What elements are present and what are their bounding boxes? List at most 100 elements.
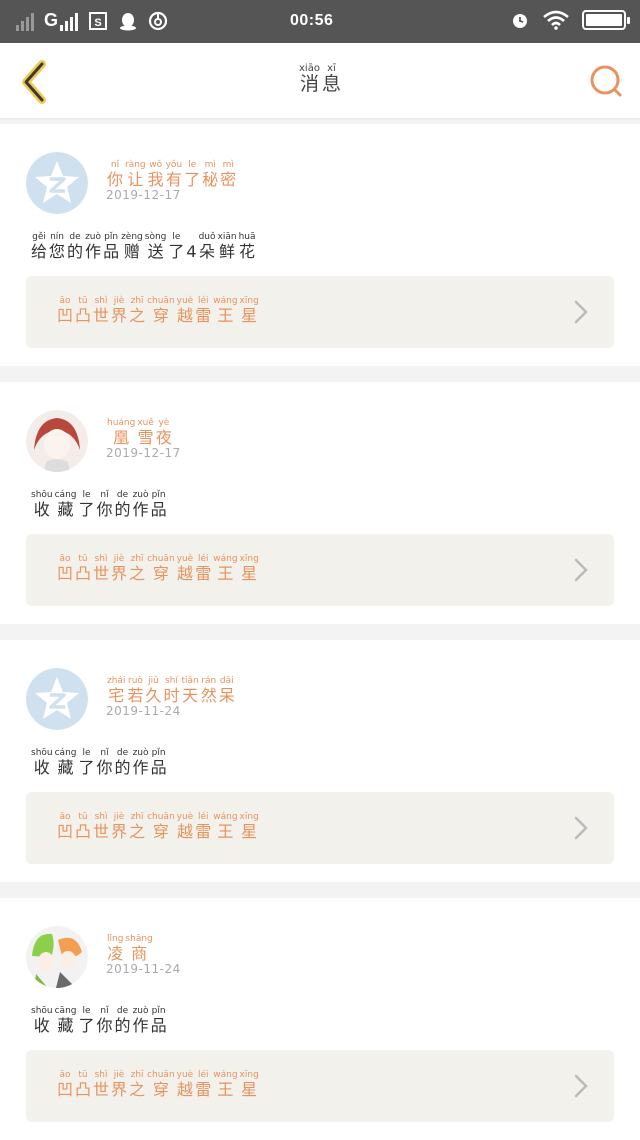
- hanzi: 的: [114, 758, 131, 777]
- ruby-char: pǐn 品: [151, 1006, 167, 1035]
- ruby-char: yuè 越: [177, 554, 194, 583]
- anime-duo-avatar-icon: [26, 926, 88, 988]
- ruby-char: āo 凹: [57, 812, 73, 841]
- hanzi: 雪: [137, 428, 154, 447]
- work-link[interactable]: āo 凹 tū 凸 shì 世 jiè 界 zhī 之 chuān 穿 yuè 越 léi 雷 wáng 王 xīn…: [26, 534, 614, 606]
- ruby-char: de 的: [67, 232, 83, 261]
- hanzi: 我: [147, 170, 164, 189]
- ruby-char: chuān 穿: [147, 296, 175, 325]
- sender-name[interactable]: lǐng 凌 shāng 商: [106, 934, 154, 963]
- ruby-char: zèng 赠: [121, 232, 143, 261]
- ruby-char: tū 凸: [75, 296, 91, 325]
- ruby-char: de 的: [115, 1006, 131, 1035]
- avatar[interactable]: [26, 152, 88, 214]
- ruby-char: lǐng 凌: [107, 934, 123, 963]
- ruby-char: yuè 越: [177, 296, 194, 325]
- ruby-char: zuò 作: [133, 1006, 149, 1035]
- hanzi: 之: [129, 306, 146, 325]
- battery-icon: [582, 10, 630, 30]
- message-action: gěi 给 nín 您 de 的 zuò 作 pǐn 品 zèng 赠 sòng 送 le 了 4 duǒ 朵 xi…: [30, 232, 257, 261]
- signal-icon-dim: [16, 11, 34, 31]
- hanzi: 呆: [218, 686, 235, 705]
- ruby-char: cāng 藏: [55, 1006, 77, 1035]
- work-link[interactable]: āo 凹 tū 凸 shì 世 jiè 界 zhī 之 chuān 穿 yuè 越 léi 雷 wáng 王 xīn…: [26, 276, 614, 348]
- hanzi: 界: [111, 1080, 128, 1099]
- hanzi: 凹: [57, 306, 74, 325]
- hanzi: 夜: [155, 428, 172, 447]
- ruby-char: tū 凸: [75, 812, 91, 841]
- message-list: nǐ 你 ràng 让 wǒ 我 yǒu 有 le 了 mì 秘 mì 密 2019-12-17 gěi 给…: [0, 124, 640, 1140]
- sender-name[interactable]: nǐ 你 ràng 让 wǒ 我 yǒu 有 le 了 mì 秘 mì 密: [106, 160, 237, 189]
- hanzi: 王: [217, 1080, 234, 1099]
- avatar[interactable]: [26, 926, 88, 988]
- hanzi: 越: [176, 564, 193, 583]
- hanzi: 作: [85, 242, 102, 261]
- ruby-char: zhī 之: [129, 812, 145, 841]
- hanzi: 凹: [57, 822, 74, 841]
- hanzi: 品: [103, 242, 120, 261]
- svg-text:S: S: [94, 17, 101, 29]
- ruby-char: shōu 收: [31, 748, 53, 777]
- hanzi: 穿: [152, 1080, 169, 1099]
- page-title: xiāo 消 xī 息: [0, 63, 640, 95]
- avatar[interactable]: [26, 410, 88, 472]
- status-right: [510, 10, 630, 30]
- hanzi: 的: [114, 500, 131, 519]
- hanzi: 界: [111, 306, 128, 325]
- ruby-char: yuè 越: [177, 1070, 194, 1099]
- hanzi: 时: [163, 686, 180, 705]
- work-title: āo 凹 tū 凸 shì 世 jiè 界 zhī 之 chuān 穿 yuè 越 léi 雷 wáng 王 xīn…: [56, 812, 260, 841]
- work-link[interactable]: āo 凹 tū 凸 shì 世 jiè 界 zhī 之 chuān 穿 yuè 越 léi 雷 wáng 王 xīn…: [26, 792, 614, 864]
- ruby-char: le 了: [168, 232, 184, 261]
- message-date: 2019-12-17: [106, 188, 181, 202]
- message-action: shōu 收 cáng 藏 le 了 nǐ 你 de 的 zuò 作 pǐn 品: [30, 748, 168, 777]
- message-card: lǐng 凌 shāng 商 2019-11-24 shōu 收 cāng 藏 le 了 nǐ 你 d…: [0, 898, 640, 1140]
- hanzi: 世: [93, 564, 110, 583]
- hanzi: 您: [49, 242, 66, 261]
- ruby-char: gěi 给: [31, 232, 47, 261]
- ruby-char: shì 世: [93, 812, 109, 841]
- hanzi: 了: [184, 170, 201, 189]
- hanzi: 雷: [195, 822, 212, 841]
- ruby-char: jiè 界: [111, 296, 127, 325]
- ruby-char: nǐ 你: [97, 1006, 113, 1035]
- ruby-char: tū 凸: [75, 1070, 91, 1099]
- hanzi: 若: [127, 686, 144, 705]
- hanzi: 藏: [57, 500, 74, 519]
- ruby-char: wáng 王: [213, 554, 237, 583]
- ruby-char: zuò 作: [85, 232, 101, 261]
- ruby-char: cáng 藏: [55, 748, 77, 777]
- message-card: huáng 凰 xuě 雪 yè 夜 2019-12-17 shōu 收 cáng 藏 le 了 nǐ…: [0, 382, 640, 624]
- work-title: āo 凹 tū 凸 shì 世 jiè 界 zhī 之 chuān 穿 yuè 越 léi 雷 wáng 王 xīn…: [56, 1070, 260, 1099]
- ruby-char: jiè 界: [111, 554, 127, 583]
- avatar[interactable]: [26, 668, 88, 730]
- hanzi: 王: [217, 306, 234, 325]
- hanzi: 凸: [75, 564, 92, 583]
- hanzi: 赠: [123, 242, 140, 261]
- work-link[interactable]: āo 凹 tū 凸 shì 世 jiè 界 zhī 之 chuān 穿 yuè 越 léi 雷 wáng 王 xīn…: [26, 1050, 614, 1122]
- hanzi: 秘: [202, 170, 219, 189]
- ruby-char: wáng 王: [213, 1070, 237, 1099]
- ruby-char: zuò 作: [133, 748, 149, 777]
- hanzi: 收: [33, 500, 50, 519]
- status-time: 00:56: [290, 12, 334, 29]
- hanzi: 了: [78, 1016, 95, 1035]
- search-icon[interactable]: [588, 63, 624, 99]
- hanzi: 世: [93, 1080, 110, 1099]
- ruby-char: le 了: [79, 1006, 95, 1035]
- hanzi: 商: [131, 944, 148, 963]
- ruby-char: zhái 宅: [107, 676, 125, 705]
- status-left: G S: [16, 10, 168, 31]
- ruby-char: jiè 界: [111, 1070, 127, 1099]
- qzone-default-avatar-icon: [26, 668, 88, 730]
- hanzi: 越: [176, 306, 193, 325]
- message-date: 2019-12-17: [106, 446, 181, 460]
- ruby-char: duǒ 朵: [199, 232, 216, 261]
- sender-name[interactable]: huáng 凰 xuě 雪 yè 夜: [106, 418, 173, 447]
- ruby-char: wáng 王: [213, 296, 237, 325]
- ruby-char: 4: [186, 232, 196, 261]
- hanzi: 凌: [107, 944, 124, 963]
- sender-name[interactable]: zhái 宅 ruò 若 jiǔ 久 shí 时 tiān 天 rán 然 dāi 呆: [106, 676, 236, 705]
- ruby-char: de 的: [115, 490, 131, 519]
- hanzi: 凹: [57, 564, 74, 583]
